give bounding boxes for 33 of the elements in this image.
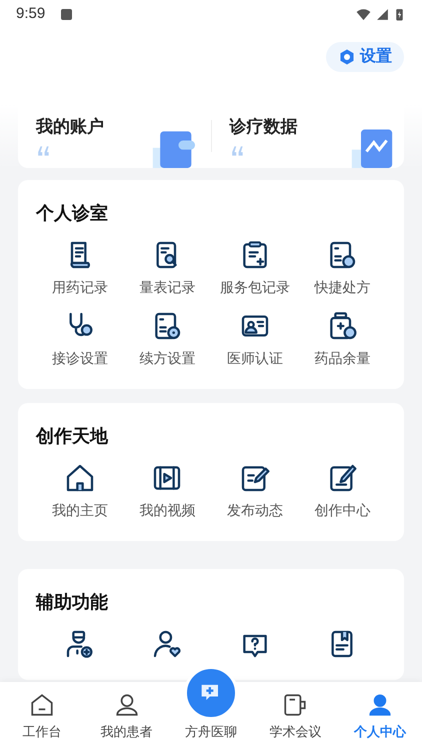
person-heart-icon — [151, 628, 184, 660]
feature-label[interactable]: 用药记录 — [52, 277, 108, 298]
feature-label[interactable]: 创作中心 — [314, 500, 370, 521]
feature-label[interactable]: 服务包记录 — [220, 277, 290, 298]
feature-label[interactable]: 我的主页 — [52, 500, 108, 521]
section-title: 创作天地 — [36, 425, 109, 448]
status-time: 9:59 — [16, 4, 46, 24]
signal-icon — [376, 8, 389, 20]
notebook-icon — [282, 692, 308, 718]
section-title: 个人诊室 — [36, 202, 109, 225]
home-icon — [29, 692, 56, 718]
quote-icon — [230, 144, 246, 158]
tab[interactable]: 我的患者 — [84, 682, 169, 750]
feature-label[interactable]: 医师认证 — [226, 348, 283, 369]
feature-label[interactable]: 药品余量 — [314, 348, 370, 369]
person-icon — [366, 692, 393, 718]
tab[interactable]: 方舟医聊 — [168, 722, 254, 750]
feature-label[interactable]: 我的视频 — [139, 500, 196, 521]
card-title[interactable]: 我的账户 — [36, 114, 104, 140]
feature-label[interactable]: 发布动态 — [226, 500, 283, 521]
tab[interactable]: 工作台 — [0, 682, 84, 750]
settings-icon — [338, 48, 356, 66]
feature-label[interactable]: 快捷处方 — [314, 277, 370, 298]
settings-button[interactable]: 设置 — [326, 42, 404, 72]
person-icon — [114, 692, 140, 718]
tab[interactable]: 个人中心 — [338, 682, 422, 750]
feature-label[interactable]: 接诊设置 — [52, 348, 108, 369]
card-title[interactable]: 诊疗数据 — [230, 114, 298, 140]
wifi-icon — [355, 6, 372, 22]
feature-label[interactable]: 续方设置 — [139, 348, 196, 369]
section-title: 辅助功能 — [36, 591, 109, 614]
feature-label[interactable]: 量表记录 — [139, 277, 196, 298]
tab[interactable]: 学术会议 — [253, 682, 338, 750]
